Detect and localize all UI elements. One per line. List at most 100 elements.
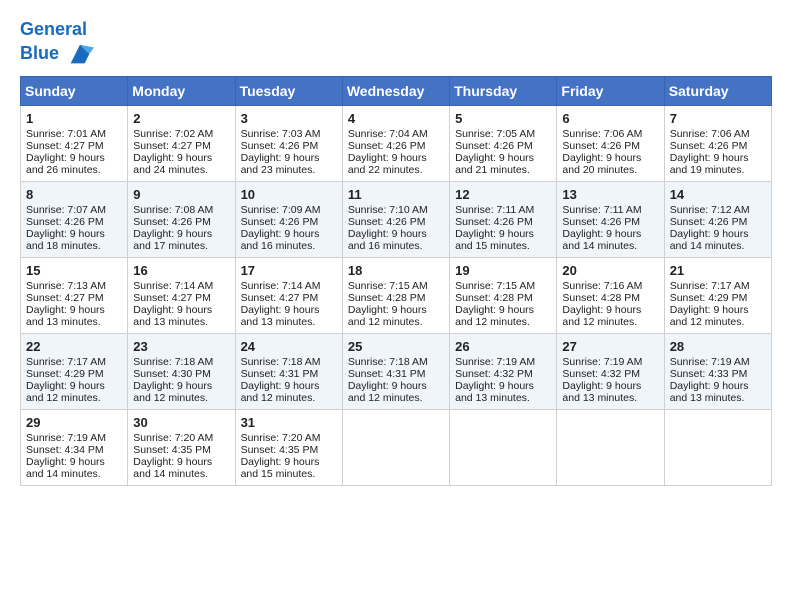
calendar-cell: 24 Sunrise: 7:18 AM Sunset: 4:31 PM Dayl… bbox=[235, 333, 342, 409]
calendar-cell: 21 Sunrise: 7:17 AM Sunset: 4:29 PM Dayl… bbox=[664, 257, 771, 333]
calendar-cell: 10 Sunrise: 7:09 AM Sunset: 4:26 PM Dayl… bbox=[235, 181, 342, 257]
sunrise-text: Sunrise: 7:20 AM bbox=[241, 432, 321, 444]
sunset-text: Sunset: 4:35 PM bbox=[241, 444, 319, 456]
day-number: 22 bbox=[26, 339, 122, 354]
week-row-1: 1 Sunrise: 7:01 AM Sunset: 4:27 PM Dayli… bbox=[21, 105, 772, 181]
sunrise-text: Sunrise: 7:10 AM bbox=[348, 204, 428, 216]
daylight-text: Daylight: 9 hours and 12 minutes. bbox=[241, 380, 320, 404]
daylight-text: Daylight: 9 hours and 12 minutes. bbox=[348, 380, 427, 404]
sunrise-text: Sunrise: 7:17 AM bbox=[26, 356, 106, 368]
day-number: 15 bbox=[26, 263, 122, 278]
sunrise-text: Sunrise: 7:19 AM bbox=[26, 432, 106, 444]
calendar-cell: 23 Sunrise: 7:18 AM Sunset: 4:30 PM Dayl… bbox=[128, 333, 235, 409]
week-row-2: 8 Sunrise: 7:07 AM Sunset: 4:26 PM Dayli… bbox=[21, 181, 772, 257]
calendar-cell: 28 Sunrise: 7:19 AM Sunset: 4:33 PM Dayl… bbox=[664, 333, 771, 409]
sunset-text: Sunset: 4:29 PM bbox=[670, 292, 748, 304]
calendar-cell: 27 Sunrise: 7:19 AM Sunset: 4:32 PM Dayl… bbox=[557, 333, 664, 409]
day-number: 11 bbox=[348, 187, 444, 202]
calendar-cell: 14 Sunrise: 7:12 AM Sunset: 4:26 PM Dayl… bbox=[664, 181, 771, 257]
day-number: 16 bbox=[133, 263, 229, 278]
sunset-text: Sunset: 4:35 PM bbox=[133, 444, 211, 456]
daylight-text: Daylight: 9 hours and 12 minutes. bbox=[670, 304, 749, 328]
sunrise-text: Sunrise: 7:11 AM bbox=[455, 204, 534, 216]
daylight-text: Daylight: 9 hours and 16 minutes. bbox=[348, 228, 427, 252]
day-number: 13 bbox=[562, 187, 658, 202]
sunset-text: Sunset: 4:27 PM bbox=[241, 292, 319, 304]
sunset-text: Sunset: 4:33 PM bbox=[670, 368, 748, 380]
sunset-text: Sunset: 4:26 PM bbox=[241, 216, 319, 228]
logo: General Blue bbox=[20, 20, 94, 68]
sunset-text: Sunset: 4:32 PM bbox=[455, 368, 533, 380]
sunrise-text: Sunrise: 7:19 AM bbox=[670, 356, 750, 368]
daylight-text: Daylight: 9 hours and 13 minutes. bbox=[241, 304, 320, 328]
daylight-text: Daylight: 9 hours and 15 minutes. bbox=[455, 228, 534, 252]
calendar-cell: 1 Sunrise: 7:01 AM Sunset: 4:27 PM Dayli… bbox=[21, 105, 128, 181]
day-number: 4 bbox=[348, 111, 444, 126]
day-number: 8 bbox=[26, 187, 122, 202]
daylight-text: Daylight: 9 hours and 14 minutes. bbox=[562, 228, 641, 252]
sunset-text: Sunset: 4:27 PM bbox=[26, 140, 104, 152]
calendar-body: 1 Sunrise: 7:01 AM Sunset: 4:27 PM Dayli… bbox=[21, 105, 772, 485]
day-number: 23 bbox=[133, 339, 229, 354]
calendar-table: SundayMondayTuesdayWednesdayThursdayFrid… bbox=[20, 76, 772, 486]
sunset-text: Sunset: 4:26 PM bbox=[670, 140, 748, 152]
sunset-text: Sunset: 4:26 PM bbox=[241, 140, 319, 152]
sunset-text: Sunset: 4:26 PM bbox=[562, 216, 640, 228]
sunset-text: Sunset: 4:26 PM bbox=[455, 216, 533, 228]
calendar-cell: 16 Sunrise: 7:14 AM Sunset: 4:27 PM Dayl… bbox=[128, 257, 235, 333]
daylight-text: Daylight: 9 hours and 21 minutes. bbox=[455, 152, 534, 176]
sunrise-text: Sunrise: 7:17 AM bbox=[670, 280, 750, 292]
day-number: 14 bbox=[670, 187, 766, 202]
sunset-text: Sunset: 4:28 PM bbox=[562, 292, 640, 304]
daylight-text: Daylight: 9 hours and 12 minutes. bbox=[133, 380, 212, 404]
sunset-text: Sunset: 4:27 PM bbox=[133, 292, 211, 304]
day-number: 12 bbox=[455, 187, 551, 202]
daylight-text: Daylight: 9 hours and 19 minutes. bbox=[670, 152, 749, 176]
dow-header-tuesday: Tuesday bbox=[235, 76, 342, 105]
dow-header-friday: Friday bbox=[557, 76, 664, 105]
sunrise-text: Sunrise: 7:19 AM bbox=[455, 356, 535, 368]
calendar-cell: 20 Sunrise: 7:16 AM Sunset: 4:28 PM Dayl… bbox=[557, 257, 664, 333]
calendar-cell: 15 Sunrise: 7:13 AM Sunset: 4:27 PM Dayl… bbox=[21, 257, 128, 333]
daylight-text: Daylight: 9 hours and 20 minutes. bbox=[562, 152, 641, 176]
sunset-text: Sunset: 4:26 PM bbox=[26, 216, 104, 228]
sunset-text: Sunset: 4:26 PM bbox=[455, 140, 533, 152]
daylight-text: Daylight: 9 hours and 13 minutes. bbox=[562, 380, 641, 404]
sunrise-text: Sunrise: 7:19 AM bbox=[562, 356, 642, 368]
header: General Blue bbox=[20, 20, 772, 68]
sunrise-text: Sunrise: 7:20 AM bbox=[133, 432, 213, 444]
calendar-cell: 9 Sunrise: 7:08 AM Sunset: 4:26 PM Dayli… bbox=[128, 181, 235, 257]
day-number: 26 bbox=[455, 339, 551, 354]
sunset-text: Sunset: 4:32 PM bbox=[562, 368, 640, 380]
calendar-cell bbox=[342, 409, 449, 485]
sunset-text: Sunset: 4:26 PM bbox=[348, 140, 426, 152]
sunset-text: Sunset: 4:26 PM bbox=[348, 216, 426, 228]
sunrise-text: Sunrise: 7:06 AM bbox=[670, 128, 750, 140]
sunrise-text: Sunrise: 7:16 AM bbox=[562, 280, 642, 292]
day-number: 18 bbox=[348, 263, 444, 278]
day-number: 20 bbox=[562, 263, 658, 278]
sunrise-text: Sunrise: 7:01 AM bbox=[26, 128, 106, 140]
sunrise-text: Sunrise: 7:14 AM bbox=[133, 280, 213, 292]
sunrise-text: Sunrise: 7:11 AM bbox=[562, 204, 641, 216]
calendar-cell: 25 Sunrise: 7:18 AM Sunset: 4:31 PM Dayl… bbox=[342, 333, 449, 409]
daylight-text: Daylight: 9 hours and 13 minutes. bbox=[670, 380, 749, 404]
daylight-text: Daylight: 9 hours and 13 minutes. bbox=[133, 304, 212, 328]
dow-header-wednesday: Wednesday bbox=[342, 76, 449, 105]
day-number: 25 bbox=[348, 339, 444, 354]
daylight-text: Daylight: 9 hours and 12 minutes. bbox=[455, 304, 534, 328]
dow-header-monday: Monday bbox=[128, 76, 235, 105]
daylight-text: Daylight: 9 hours and 12 minutes. bbox=[26, 380, 105, 404]
calendar-cell bbox=[664, 409, 771, 485]
day-number: 19 bbox=[455, 263, 551, 278]
daylight-text: Daylight: 9 hours and 12 minutes. bbox=[562, 304, 641, 328]
daylight-text: Daylight: 9 hours and 18 minutes. bbox=[26, 228, 105, 252]
dow-header-thursday: Thursday bbox=[450, 76, 557, 105]
sunrise-text: Sunrise: 7:12 AM bbox=[670, 204, 750, 216]
week-row-3: 15 Sunrise: 7:13 AM Sunset: 4:27 PM Dayl… bbox=[21, 257, 772, 333]
daylight-text: Daylight: 9 hours and 13 minutes. bbox=[455, 380, 534, 404]
calendar-cell: 30 Sunrise: 7:20 AM Sunset: 4:35 PM Dayl… bbox=[128, 409, 235, 485]
calendar-cell: 26 Sunrise: 7:19 AM Sunset: 4:32 PM Dayl… bbox=[450, 333, 557, 409]
calendar-cell: 4 Sunrise: 7:04 AM Sunset: 4:26 PM Dayli… bbox=[342, 105, 449, 181]
day-number: 21 bbox=[670, 263, 766, 278]
